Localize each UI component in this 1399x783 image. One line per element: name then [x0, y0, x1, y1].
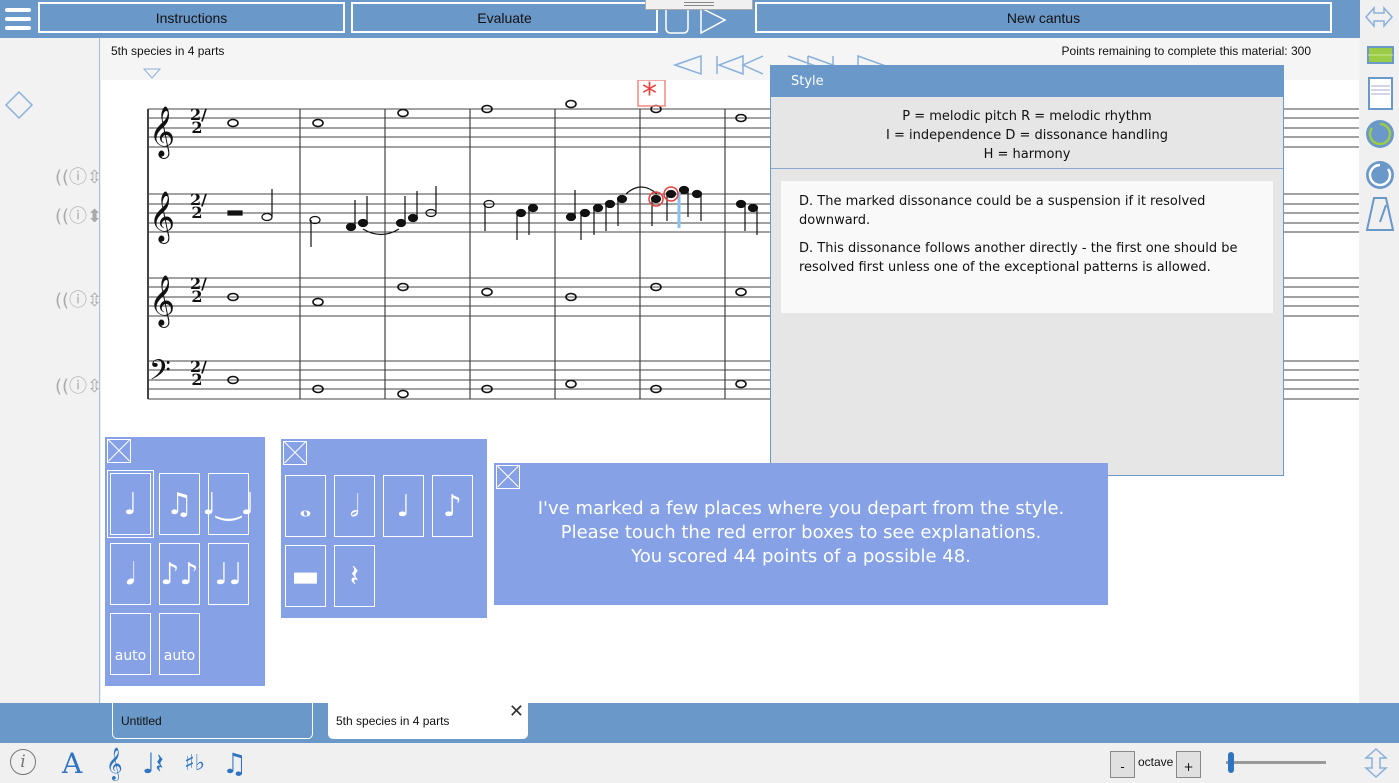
two-quarters-button[interactable]: ♩♩	[208, 543, 249, 605]
undo-icon[interactable]	[1366, 120, 1394, 148]
message-line: You scored 44 points of a possible 48.	[494, 545, 1108, 569]
barlines	[148, 109, 725, 399]
style-legend: P = melodic pitch R = melodic rhythm I =…	[771, 97, 1283, 169]
style-message: D. This dissonance follows another direc…	[799, 239, 1255, 277]
layout-green-icon[interactable]	[1368, 47, 1393, 63]
diamond-icon[interactable]	[4, 90, 34, 120]
rhythm-palette: ♩ ♫ ♩‿♩ 𝅘𝅥 ♪♪ ♩♩ auto auto	[105, 437, 265, 686]
page-icon[interactable]	[1369, 78, 1392, 109]
quarter-rhythm-button[interactable]: ♩	[110, 473, 151, 535]
tab-untitled[interactable]: Untitled	[112, 703, 313, 739]
whole-note-button[interactable]: 𝅝	[285, 475, 326, 537]
legend-line: I = independence D = dissonance handling	[771, 126, 1283, 145]
tied-quarters-button[interactable]: ♩‿♩	[208, 473, 249, 535]
treble-clef-icon: 𝄞	[149, 191, 175, 244]
staff-1-controls-icon[interactable]: ((ⓘ⇳	[55, 163, 100, 189]
style-messages: D. The marked dissonance could be a susp…	[781, 181, 1273, 313]
treble-clef-8-icon: 𝄞	[149, 275, 175, 328]
points-remaining: Points remaining to complete this materi…	[1062, 44, 1311, 58]
triangle-down-icon[interactable]	[143, 68, 161, 80]
document-tabs: Untitled 5th species in 4 parts ✕	[0, 703, 1399, 743]
time-signature-staff-4: 2/2	[190, 360, 204, 386]
redo-icon[interactable]	[1366, 161, 1394, 189]
swap-horizontal-icon[interactable]	[1366, 8, 1392, 26]
legend-line: P = melodic pitch R = melodic rhythm	[771, 107, 1283, 126]
octave-plus-button[interactable]: +	[1176, 751, 1201, 778]
eighths-rhythm-button[interactable]: ♫	[159, 473, 200, 535]
instructions-button[interactable]: Instructions	[38, 2, 345, 33]
drag-handle[interactable]	[645, 0, 753, 10]
accidentals-icon[interactable]: ♯♭	[184, 751, 205, 776]
half-note-button[interactable]: 𝅗𝅥	[334, 475, 375, 537]
close-palette-icon[interactable]	[107, 439, 131, 463]
auto-button-2[interactable]: auto	[159, 613, 200, 675]
new-cantus-button[interactable]: New cantus	[755, 2, 1332, 33]
beam-icon[interactable]: ♫	[222, 747, 247, 780]
quarter-note-button[interactable]: ♩	[383, 475, 424, 537]
staff-4-controls-icon[interactable]: ((ⓘ⇳	[55, 372, 100, 398]
tab-label: 5th species in 4 parts	[336, 714, 449, 728]
tab-5th-species[interactable]: 5th species in 4 parts ✕	[328, 703, 528, 739]
eighth-note-button[interactable]: ♪	[432, 475, 473, 537]
info-icon[interactable]: i	[10, 749, 36, 775]
legend-line: H = harmony	[771, 145, 1283, 164]
message-line: Please touch the red error boxes to see …	[494, 521, 1108, 545]
score-title: 5th species in 4 parts	[111, 44, 224, 58]
bottom-toolbar: i A 𝄞 ♩𝄽 ♯♭ ♫ - octave +	[0, 743, 1399, 783]
staff-2-controls-icon[interactable]: ((ⓘ⬍	[55, 202, 100, 228]
right-toolbar	[1360, 0, 1399, 703]
octave-minus-button[interactable]: -	[1110, 751, 1135, 778]
close-message-icon[interactable]	[496, 465, 520, 489]
swap-vertical-icon[interactable]	[1362, 747, 1390, 779]
bass-clef-icon: 𝄢	[149, 354, 171, 394]
time-signature-staff-2: 2/2	[190, 193, 204, 219]
svg-text:*: *	[642, 80, 657, 112]
metronome-icon[interactable]	[1367, 198, 1393, 230]
evaluate-button[interactable]: Evaluate	[351, 2, 658, 33]
style-message: D. The marked dissonance could be a susp…	[799, 192, 1255, 230]
dotted-eighths-button[interactable]: ♪♪	[159, 543, 200, 605]
quarter-rest-button[interactable]: 𝄽	[334, 545, 375, 607]
close-palette-icon[interactable]	[283, 441, 307, 465]
half-rest	[228, 211, 242, 215]
right-toolbar-icons	[1360, 0, 1399, 240]
treble-clef-icon: 𝄞	[149, 106, 175, 159]
menu-icon[interactable]	[5, 8, 31, 30]
slider-thumb[interactable]	[1228, 752, 1234, 773]
time-signature-staff-1: 2/2	[190, 108, 204, 134]
whole-notes	[228, 101, 746, 398]
notes-rests-icon[interactable]: ♩𝄽	[142, 747, 164, 781]
octave-slider[interactable]	[1226, 761, 1326, 764]
message-line: I've marked a few places where you depar…	[494, 497, 1108, 521]
left-gutter	[0, 38, 100, 703]
text-icon[interactable]: A	[62, 747, 82, 780]
close-tab-icon[interactable]: ✕	[509, 701, 524, 722]
rest-quarter-button[interactable]: 𝅘𝅥	[110, 543, 151, 605]
note-duration-palette: 𝅝 𝅗𝅥 ♩ ♪ ▬ 𝄽	[281, 439, 487, 618]
staff-3-controls-icon[interactable]: ((ⓘ⇳	[55, 286, 100, 312]
half-rest-button[interactable]: ▬	[285, 545, 326, 607]
evaluation-message: I've marked a few places where you depar…	[494, 463, 1108, 605]
clef-icon[interactable]: 𝄞	[106, 747, 123, 781]
style-dialog-title: Style	[771, 66, 1283, 97]
time-signature-staff-3: 2/2	[190, 277, 204, 303]
style-dialog: Style P = melodic pitch R = melodic rhyt…	[770, 65, 1284, 476]
octave-label: octave	[1138, 755, 1173, 769]
auto-button-1[interactable]: auto	[110, 613, 151, 675]
